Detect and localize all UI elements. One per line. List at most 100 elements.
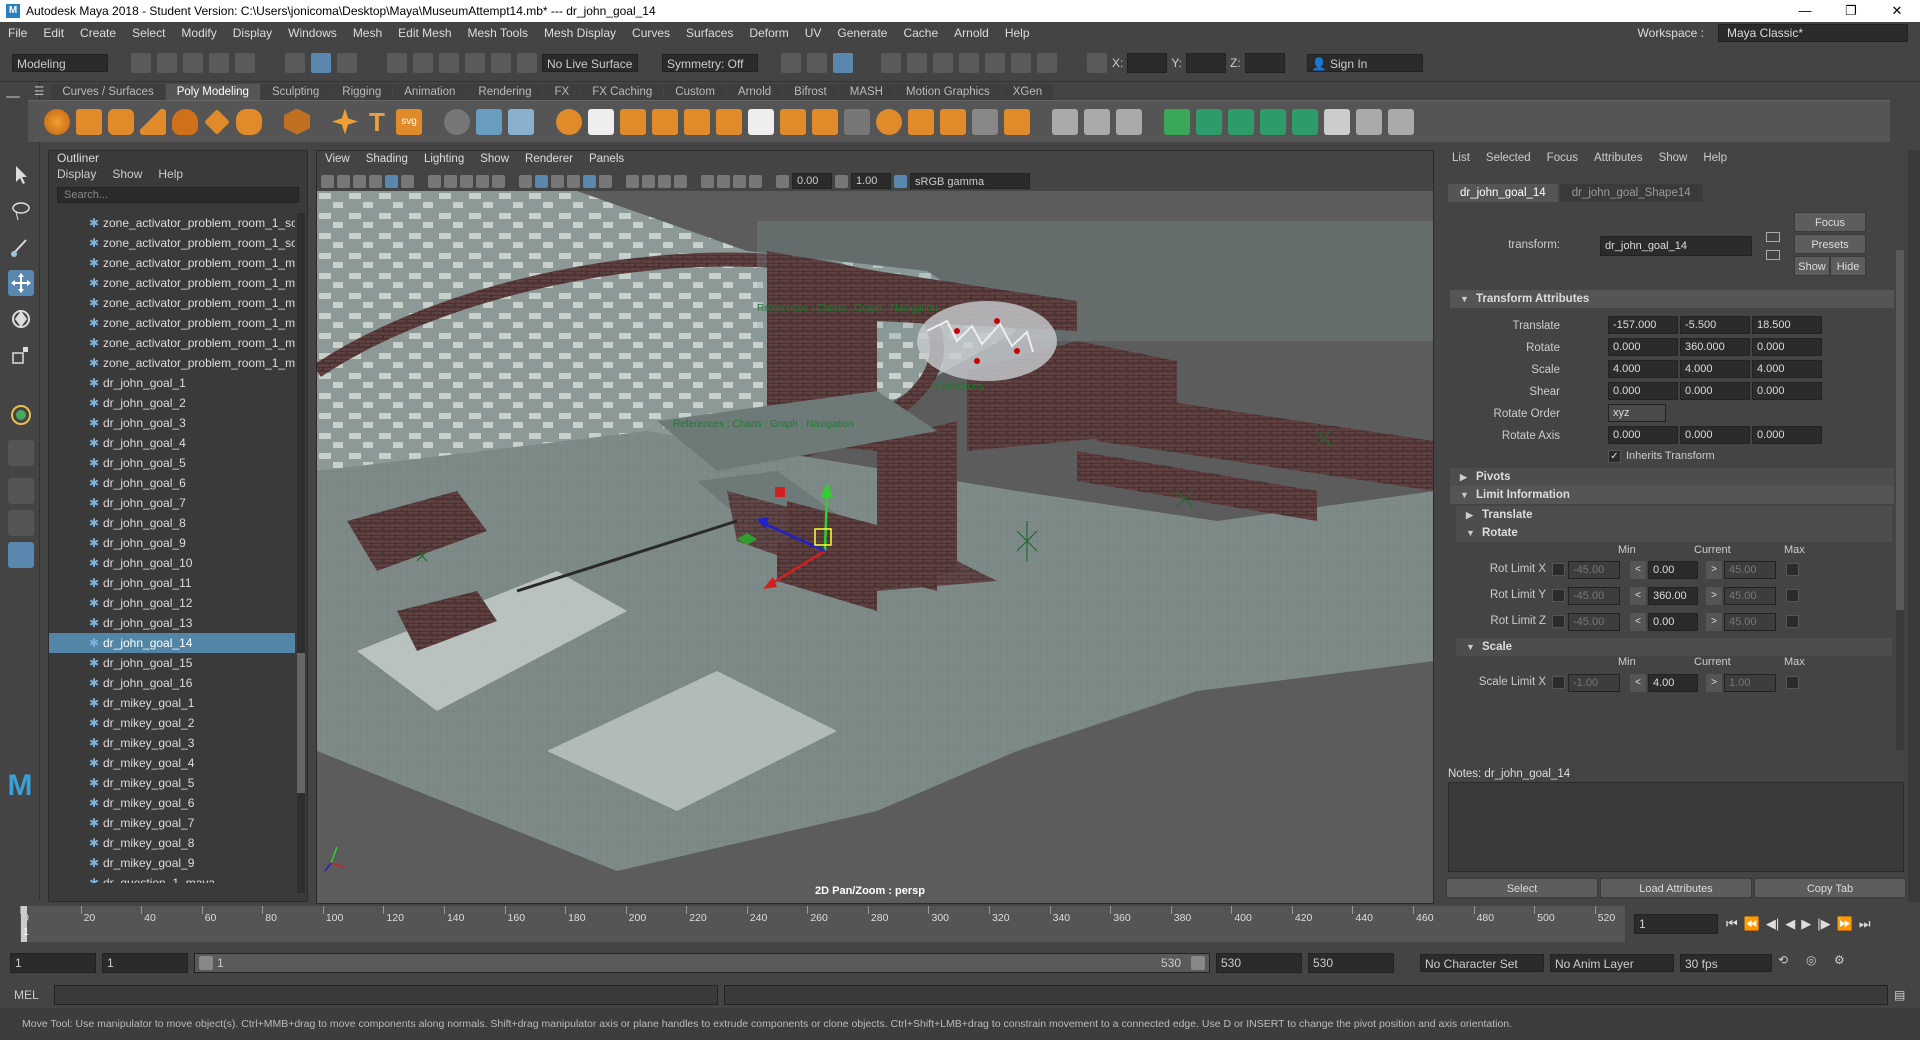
- rotate-order-dropdown[interactable]: xyz: [1608, 404, 1666, 422]
- limit-min-field[interactable]: -1.00: [1568, 674, 1620, 692]
- append-polygon-icon[interactable]: [1004, 108, 1030, 135]
- go-to-start-icon[interactable]: ⏮: [1726, 916, 1738, 932]
- menu-file[interactable]: File: [0, 26, 35, 40]
- section-limit-rotate[interactable]: ▼ Rotate: [1456, 524, 1892, 542]
- shelf-tab-fx[interactable]: FX: [543, 84, 581, 100]
- shear-x-field[interactable]: 0.000: [1608, 382, 1678, 400]
- set-min-arrow-icon[interactable]: <: [1630, 587, 1646, 605]
- step-back-icon[interactable]: ⏪: [1744, 916, 1760, 932]
- snap-projected-icon[interactable]: [465, 52, 485, 73]
- menu-create[interactable]: Create: [72, 26, 124, 40]
- menu-mesh-display[interactable]: Mesh Display: [536, 26, 624, 40]
- use-all-lights-icon[interactable]: [599, 174, 612, 188]
- focus-button[interactable]: Focus: [1794, 212, 1866, 232]
- sculpt-icon[interactable]: [444, 108, 470, 135]
- shelf-tab-animation[interactable]: Animation: [393, 84, 467, 100]
- shelf-tab-rendering[interactable]: Rendering: [467, 84, 543, 100]
- menu-mesh-tools[interactable]: Mesh Tools: [460, 26, 536, 40]
- live-surface-field[interactable]: No Live Surface: [542, 53, 638, 72]
- viewport-menu-view[interactable]: View: [317, 151, 358, 171]
- outliner-menu-display[interactable]: Display: [57, 167, 96, 185]
- outliner-item[interactable]: ✱ dr_john_goal_1: [49, 373, 295, 393]
- construction-history-icon[interactable]: [833, 52, 853, 73]
- poly-cube-icon[interactable]: [76, 108, 102, 135]
- shelf-tab-xgen[interactable]: XGen: [1001, 84, 1054, 100]
- transform-name-field[interactable]: dr_john_goal_14: [1600, 236, 1752, 256]
- two-view-icon[interactable]: [8, 510, 34, 536]
- outliner-scrollbar[interactable]: [297, 213, 305, 893]
- sign-in-button[interactable]: 👤 Sign In: [1306, 53, 1423, 72]
- wireframe-on-shaded-icon[interactable]: [567, 174, 580, 188]
- outliner-item[interactable]: ✱ zone_activator_problem_room_1_mid: [49, 253, 295, 273]
- outliner-item[interactable]: ✱ zone_activator_problem_room_1_mid: [49, 353, 295, 373]
- outliner-item[interactable]: ✱ dr_john_goal_13: [49, 613, 295, 633]
- mirror-icon[interactable]: [476, 108, 502, 135]
- limit-max-field[interactable]: 45.00: [1724, 613, 1776, 631]
- shear-z-field[interactable]: 0.000: [1752, 382, 1822, 400]
- shelf-tab-arnold[interactable]: Arnold: [726, 84, 783, 100]
- cylindrical-map-icon[interactable]: [1228, 108, 1254, 135]
- handle-icon[interactable]: [6, 96, 20, 98]
- outliner-item[interactable]: ✱ zone_activator_problem_room_1_solu: [49, 213, 295, 233]
- outliner-item[interactable]: ✱ dr_john_goal_4: [49, 433, 295, 453]
- outliner-item[interactable]: ✱ dr_john_goal_16: [49, 673, 295, 693]
- scale-x-field[interactable]: 4.000: [1608, 360, 1678, 378]
- motion-blur-icon[interactable]: [658, 174, 671, 188]
- limit-max-field[interactable]: 45.00: [1724, 587, 1776, 605]
- scale-z-field[interactable]: 4.000: [1752, 360, 1822, 378]
- outliner-item[interactable]: ✱ dr_john_goal_8: [49, 513, 295, 533]
- tab-shape-node[interactable]: dr_john_goal_Shape14: [1559, 184, 1703, 202]
- paint-select-icon[interactable]: [8, 234, 34, 260]
- translate-y-field[interactable]: -5.500: [1680, 316, 1750, 334]
- shear-y-field[interactable]: 0.000: [1680, 382, 1750, 400]
- checker-map-icon[interactable]: [1324, 108, 1350, 135]
- screen-space-ao-icon[interactable]: [642, 174, 655, 188]
- move-tool-icon[interactable]: [8, 270, 34, 296]
- time-ruler[interactable]: 0204060801001201401601802002202402602803…: [20, 906, 1625, 942]
- play-forward-icon[interactable]: ▶: [1801, 916, 1811, 932]
- shelf-tab-sculpting[interactable]: Sculpting: [260, 84, 331, 100]
- svg-tool-icon[interactable]: svg: [396, 108, 422, 135]
- menu-uv[interactable]: UV: [797, 26, 830, 40]
- start-time-field[interactable]: 1: [10, 953, 96, 973]
- shelf-tab-mash[interactable]: MASH: [838, 84, 894, 100]
- outliner-item[interactable]: ✱ dr_mikey_goal_5: [49, 773, 295, 793]
- poly-sphere-icon[interactable]: [44, 108, 70, 135]
- film-gate-icon[interactable]: [401, 174, 414, 188]
- command-input[interactable]: [54, 985, 718, 1005]
- play-backward-icon[interactable]: ◀: [1785, 916, 1795, 932]
- set-max-arrow-icon[interactable]: >: [1706, 561, 1722, 579]
- xray-icon[interactable]: [717, 174, 730, 188]
- shelf-tab-custom[interactable]: Custom: [664, 84, 726, 100]
- boolean-difference-icon[interactable]: [716, 108, 742, 135]
- outliner-item[interactable]: ✱ dr_mikey_goal_1: [49, 693, 295, 713]
- outliner-item[interactable]: ✱ dr_john_goal_6: [49, 473, 295, 493]
- limit-min-checkbox[interactable]: [1552, 563, 1565, 576]
- viewport-menu-renderer[interactable]: Renderer: [517, 151, 581, 171]
- save-scene-icon[interactable]: [183, 52, 203, 73]
- planar-map-icon[interactable]: [1196, 108, 1222, 135]
- ae-copy-tab-button[interactable]: Copy Tab: [1754, 878, 1906, 898]
- uv-editor-icon[interactable]: [1164, 108, 1190, 135]
- render-current-icon[interactable]: [907, 52, 927, 73]
- poly-cylinder-icon[interactable]: [108, 108, 134, 135]
- outliner-item[interactable]: ✱ zone_activator_problem_room_1_mid: [49, 333, 295, 353]
- ae-menu-selected[interactable]: Selected: [1486, 152, 1531, 168]
- hypershade-icon[interactable]: [985, 52, 1005, 73]
- undo-icon[interactable]: [209, 52, 229, 73]
- field-chart-icon[interactable]: [460, 174, 473, 188]
- mirror-geometry-icon[interactable]: [780, 108, 806, 135]
- rotate-axis-x-field[interactable]: 0.000: [1608, 426, 1678, 444]
- character-set-dropdown[interactable]: No Character Set: [1420, 954, 1544, 972]
- step-forward-icon[interactable]: ⏩: [1837, 916, 1853, 932]
- limit-max-field[interactable]: 1.00: [1724, 674, 1776, 692]
- select-tool-icon[interactable]: [8, 162, 34, 188]
- set-max-arrow-icon[interactable]: >: [1706, 587, 1722, 605]
- go-to-input-icon[interactable]: [1766, 232, 1780, 242]
- limit-min-checkbox[interactable]: [1552, 615, 1565, 628]
- type-tool-icon[interactable]: T: [364, 109, 390, 135]
- separate-icon[interactable]: [588, 108, 614, 135]
- redo-icon[interactable]: [235, 52, 255, 73]
- bookmark-icon[interactable]: [353, 174, 366, 188]
- viewport-panel[interactable]: View Shading Lighting Show Renderer Pane…: [316, 150, 1434, 904]
